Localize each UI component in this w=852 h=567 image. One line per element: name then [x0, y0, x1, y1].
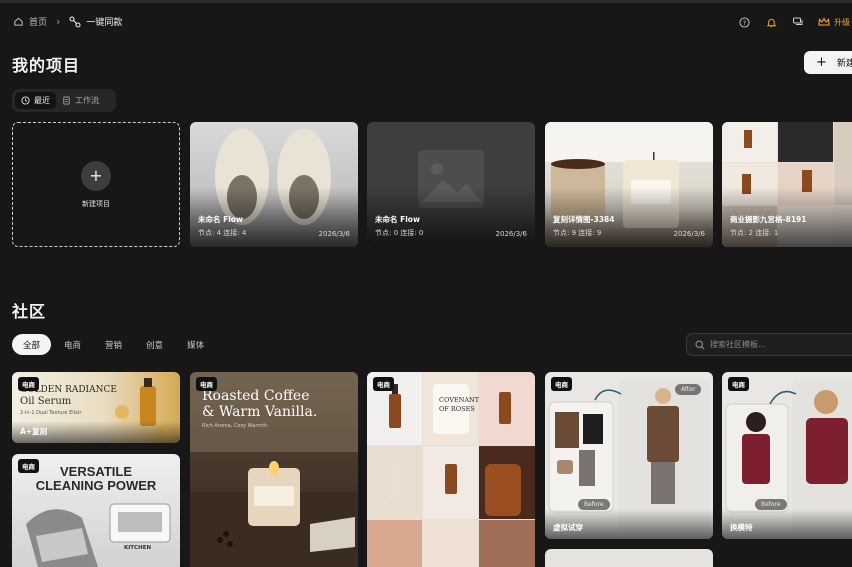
new-project-card[interactable]: + 新建项目 [12, 122, 180, 247]
project-meta: 节点: 9 连接: 9 [553, 229, 602, 237]
project-card[interactable]: 未命名 Flow 节点: 0 连接: 0 2026/3/6 [367, 122, 535, 247]
template-card[interactable]: GOLDEN RADIANCE Oil Serum 2-in-1 Dual Te… [12, 372, 180, 443]
svg-text:?: ? [742, 18, 745, 26]
upgrade-label: 升级 [834, 17, 850, 27]
template-card[interactable]: Before 电商 换模特 [722, 372, 852, 539]
project-meta: 节点: 2 连接: 1 [730, 229, 779, 237]
card-label: KITCHEN [124, 545, 152, 551]
my-projects-title: 我的项目 [12, 56, 81, 75]
plus-icon: + [81, 160, 111, 191]
breadcrumb-home[interactable]: 首页 [12, 15, 47, 28]
breadcrumb-current-label: 一键同款 [86, 18, 123, 28]
project-date: 2026/3/6 [495, 230, 527, 238]
project-name: 商业摄影九宫格-8191 [730, 215, 807, 224]
view-recent[interactable]: 最近 [15, 92, 56, 109]
home-icon [12, 16, 24, 28]
card-caption: 虚拟试穿 [553, 523, 583, 532]
search-icon [695, 339, 705, 349]
template-card[interactable]: VERSATILE CLEANING POWER KITCHEN 电商 [12, 454, 180, 567]
project-name: 复刻详情图-3384 [553, 215, 615, 224]
category-tag: 电商 [18, 459, 39, 473]
project-date: 2026/3/6 [318, 230, 350, 238]
plus-icon: + [816, 55, 827, 70]
view-switch: 最近 工作流 [12, 89, 116, 112]
project-name: 未命名 Flow [198, 215, 243, 224]
card-tagline: Rich Aroma, Cozy Warmth. [202, 423, 269, 429]
view-workflow-label: 工作流 [75, 96, 99, 105]
search-placeholder: 搜索社区模板... [710, 340, 766, 349]
category-tag: 电商 [728, 377, 749, 391]
chat-icon[interactable] [791, 15, 805, 29]
breadcrumb-current: 一键同款 [69, 15, 122, 28]
flow-icon [69, 15, 81, 28]
card-headline: COVENANT [439, 396, 480, 404]
template-card[interactable] [545, 549, 713, 567]
community-filters: 全部 电商 营销 创意 媒体 [12, 334, 217, 355]
top-actions: ? 升级 [737, 15, 852, 29]
template-card[interactable]: COVENANT OF ROSES 电商 [367, 372, 535, 567]
community-title: 社区 [12, 302, 47, 321]
project-card[interactable]: 复刻详情图-3384 节点: 9 连接: 9 2026/3/6 [545, 122, 713, 247]
filter-all[interactable]: 全部 [12, 334, 52, 355]
project-meta: 节点: 0 连接: 0 [375, 229, 424, 237]
view-recent-label: 最近 [34, 96, 50, 105]
project-date: 2026/3/6 [673, 230, 705, 238]
template-card[interactable]: Roasted Coffee & Warm Vanilla. Rich Arom… [190, 372, 358, 567]
document-icon [63, 96, 70, 105]
project-card[interactable]: 商业摄影九宫格-8191 节点: 2 连接: 1 [722, 122, 852, 247]
category-tag: 电商 [373, 377, 394, 391]
breadcrumb-home-label: 首页 [29, 18, 48, 28]
card-caption: 换模特 [730, 523, 753, 532]
new-project-label: 新建项目 [82, 199, 110, 208]
clock-icon [21, 96, 30, 105]
filter-ecommerce[interactable]: 电商 [53, 334, 92, 355]
category-tag: 电商 [196, 377, 217, 391]
card-subheadline: OF ROSES [439, 405, 475, 413]
project-card[interactable]: 未命名 Flow 节点: 4 连接: 4 2026/3/6 [190, 122, 358, 247]
project-name: 未命名 Flow [375, 215, 420, 224]
category-tag: 电商 [551, 377, 572, 391]
bell-icon[interactable] [764, 15, 778, 29]
view-workflow[interactable]: 工作流 [56, 92, 105, 109]
filter-media[interactable]: 媒体 [176, 334, 215, 355]
new-button[interactable]: + 新建 [804, 51, 852, 74]
template-card[interactable]: After Before 电商 虚拟试穿 [545, 372, 713, 539]
new-button-label: 新建 [836, 59, 852, 69]
crown-icon [818, 17, 830, 26]
category-tag: 电商 [18, 377, 39, 391]
help-icon[interactable]: ? [737, 15, 751, 29]
after-badge: After [675, 384, 702, 395]
card-tagline: 2-in-1 Dual Texture Elixir [20, 410, 82, 416]
filter-creative[interactable]: 创意 [135, 334, 174, 355]
community-search-input[interactable]: 搜索社区模板... [686, 333, 852, 356]
filter-marketing[interactable]: 营销 [94, 334, 133, 355]
breadcrumb-separator-icon: › [56, 15, 61, 28]
card-subheadline: Oil Serum [20, 396, 72, 407]
project-meta: 节点: 4 连接: 4 [198, 229, 247, 237]
card-subheadline: & Warm Vanilla. [202, 404, 318, 420]
card-headline: Roasted Coffee [202, 388, 310, 404]
top-bar: 首页 › 一键同款 ? 升级 [0, 0, 852, 40]
upgrade-button[interactable]: 升级 [818, 17, 850, 28]
card-caption: A+复刻 [20, 427, 48, 436]
